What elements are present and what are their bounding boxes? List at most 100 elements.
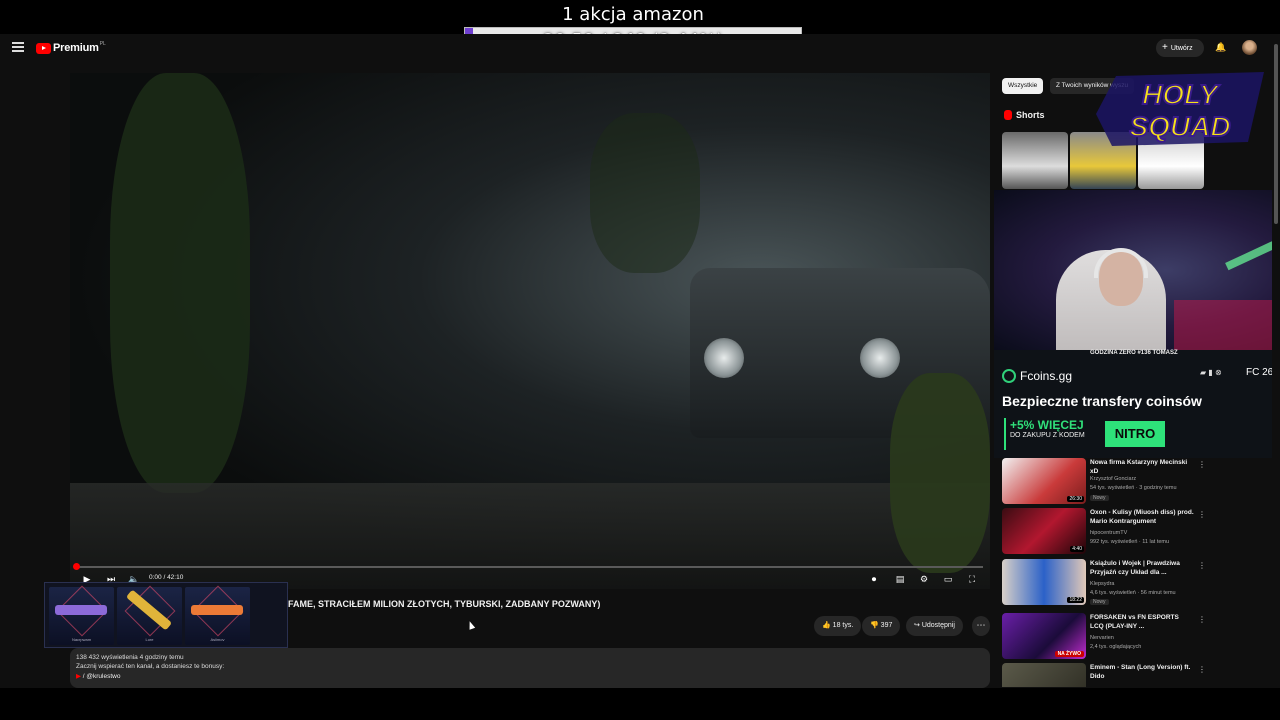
bonus-sub: DO ZAKUPU Z KODEM	[1010, 432, 1085, 439]
rec-meta: 54 tys. wyświetleń · 3 godziny temu	[1090, 485, 1177, 491]
recommendation-item[interactable]: 18:22 Książulo i Wojek | Prawdziwa Przyj…	[1002, 559, 1272, 605]
stream-bottom-bar	[0, 688, 1280, 720]
platform-icons: ▰ ▮ ⊗	[1200, 368, 1222, 377]
fcoins-mark-icon	[1002, 369, 1016, 383]
short-thumbnail[interactable]	[1002, 132, 1068, 189]
recommendation-item[interactable]: 4:40 Oxon - Kulisy (Miuosh diss) prod. M…	[1002, 508, 1272, 554]
share-label: Udostępnij	[921, 622, 955, 629]
share-button[interactable]: ↪ Udostępnij	[906, 616, 963, 636]
svg-text:SQUAD: SQUAD	[1129, 111, 1230, 142]
nitro-code-badge[interactable]: NITRO	[1105, 421, 1165, 447]
fcoins-brand: Fcoins.gg	[1020, 369, 1073, 383]
holy-squad-logo: HOLY SQUAD	[1096, 72, 1264, 146]
description-channel-link[interactable]: ▶ / @krulestwo	[76, 672, 984, 680]
rec-menu-icon[interactable]: ⋮	[1198, 460, 1206, 469]
dislike-button[interactable]: 👎 397	[862, 616, 901, 636]
video-player[interactable]	[70, 73, 990, 589]
chip-all[interactable]: Wszystkie	[1002, 78, 1044, 94]
fc-label: FC 26	[1246, 367, 1274, 378]
rifle-skin-icon	[191, 605, 243, 615]
thumbs-down-icon: 👎	[870, 622, 881, 629]
rec-menu-icon[interactable]: ⋮	[1198, 561, 1206, 570]
rec-title: Książulo i Wojek | Prawdziwa Przyjaźń cz…	[1090, 560, 1180, 576]
dislike-count: 397	[880, 622, 893, 629]
foliage-top	[590, 113, 700, 273]
streamer-webcam	[994, 190, 1280, 350]
skin-inventory-overlay: Nacrpwam Lore Asiimov	[44, 582, 288, 648]
notifications-bell-icon[interactable]: 🔔	[1215, 42, 1226, 52]
views-and-date: 138 432 wyświetlenia 4 godziny temu	[76, 654, 184, 661]
shorts-label: Shorts	[1016, 110, 1045, 120]
inventory-label: Nacrpwam	[71, 637, 92, 642]
inventory-label: Asiimov	[210, 637, 225, 642]
svg-text:HOLY: HOLY	[1142, 79, 1220, 110]
rec-channel: hipocentrumTV	[1090, 530, 1128, 536]
settings-gear-icon[interactable]: ⚙	[917, 572, 931, 586]
create-button[interactable]: + Utwórz	[1156, 39, 1204, 57]
bonus-main: +5% WIĘCEJ	[1010, 418, 1084, 432]
brand-label: Premium	[53, 42, 99, 54]
rec-thumbnail: NA ŻYWO	[1002, 613, 1086, 659]
description-text: Zacznij wspierać ten kanał, a dostaniesz…	[76, 663, 225, 670]
rec-badge: Nowy	[1090, 495, 1109, 501]
rec-channel: Nervarien	[1090, 635, 1114, 641]
more-actions-icon[interactable]: ⋯	[972, 616, 990, 636]
recommendation-item[interactable]: 26:30 Nowa firma Kstarzyny Mecinski xD K…	[1002, 458, 1272, 504]
recommendation-item[interactable]: Eminem - Stan (Long Version) ft. Dido ⋮	[1002, 663, 1272, 687]
fcoins-logo: Fcoins.gg	[1002, 369, 1072, 383]
rec-badge: Nowy	[1090, 599, 1109, 605]
region-label: PL	[99, 41, 106, 47]
rec-channel: Klepsydra	[1090, 581, 1115, 587]
rec-duration: 4:40	[1070, 546, 1084, 552]
hamburger-menu-icon[interactable]	[12, 42, 24, 52]
plus-icon: +	[1162, 42, 1168, 53]
rec-menu-icon[interactable]: ⋮	[1198, 615, 1206, 624]
car-headlight-left	[704, 338, 744, 378]
create-label: Utwórz	[1170, 45, 1193, 52]
rec-channel: Krzysztof Gonciarz	[1090, 476, 1137, 482]
shorts-header: Shorts	[1004, 110, 1045, 120]
weapon-skin-icon	[55, 605, 107, 615]
share-icon: ↪	[914, 622, 922, 629]
rec-thumbnail: 26:30	[1002, 458, 1086, 504]
subtitles-icon[interactable]: ▤	[893, 572, 907, 586]
rec-thumbnail	[1002, 663, 1086, 687]
bonus-box: +5% WIĘCEJ DO ZAKUPU Z KODEM	[1004, 418, 1100, 450]
shorts-icon	[1004, 110, 1012, 120]
inventory-slot: Lore	[117, 585, 182, 645]
user-avatar[interactable]	[1242, 40, 1257, 55]
scrollbar-thumb[interactable]	[1274, 44, 1278, 224]
rec-thumbnail: 4:40	[1002, 508, 1086, 554]
description-box[interactable]: 138 432 wyświetlenia 4 godziny temu Zacz…	[70, 648, 990, 688]
foliage-left	[110, 73, 250, 493]
inventory-slot: Asiimov	[185, 585, 250, 645]
rec-duration: 18:22	[1067, 597, 1084, 603]
rec-title: FORSAKEN vs FN ESPORTS LCQ (PLAY-INY ...	[1090, 614, 1179, 630]
rec-title: Oxon - Kulisy (Miuosh diss) prod. Mario …	[1090, 509, 1194, 525]
live-badge: NA ŻYWO	[1054, 651, 1084, 657]
recommendation-item[interactable]: NA ŻYWO FORSAKEN vs FN ESPORTS LCQ (PLAY…	[1002, 613, 1272, 659]
ad-headline: Bezpieczne transfery coinsów	[1002, 393, 1202, 409]
youtube-logo[interactable]: Premium PL	[36, 41, 106, 55]
autoplay-toggle-icon[interactable]: ⏺	[867, 572, 881, 586]
rec-title: Eminem - Stan (Long Version) ft. Dido	[1090, 664, 1191, 680]
goal-title: 1 akcja amazon	[562, 4, 704, 25]
theater-mode-icon[interactable]: ▭	[941, 572, 955, 586]
ad-obscured-title: GODZINA ZERO #136 TOMASZ	[1090, 350, 1178, 356]
youtube-header: Premium PL + Utwórz 🔔	[0, 34, 1270, 64]
youtube-play-icon	[36, 42, 51, 54]
rec-duration: 26:30	[1067, 496, 1084, 502]
like-button[interactable]: 👍 18 tys.	[814, 616, 862, 636]
inventory-slot: Nacrpwam	[49, 585, 114, 645]
rec-meta: 992 tys. wyświetleń · 11 lat temu	[1090, 539, 1170, 545]
rec-menu-icon[interactable]: ⋮	[1198, 510, 1206, 519]
inventory-label: Lore	[145, 637, 154, 642]
rec-meta: 2,4 tys. oglądających	[1090, 644, 1142, 650]
thumbs-up-icon: 👍	[822, 622, 833, 629]
page-scrollbar[interactable]	[1272, 34, 1280, 688]
video-scrubber[interactable]	[73, 563, 80, 570]
rec-menu-icon[interactable]: ⋮	[1198, 665, 1206, 674]
video-progress-bar[interactable]	[75, 566, 983, 568]
time-display: 0:00 / 42:10	[149, 574, 184, 581]
fullscreen-icon[interactable]: ⛶	[965, 572, 979, 586]
